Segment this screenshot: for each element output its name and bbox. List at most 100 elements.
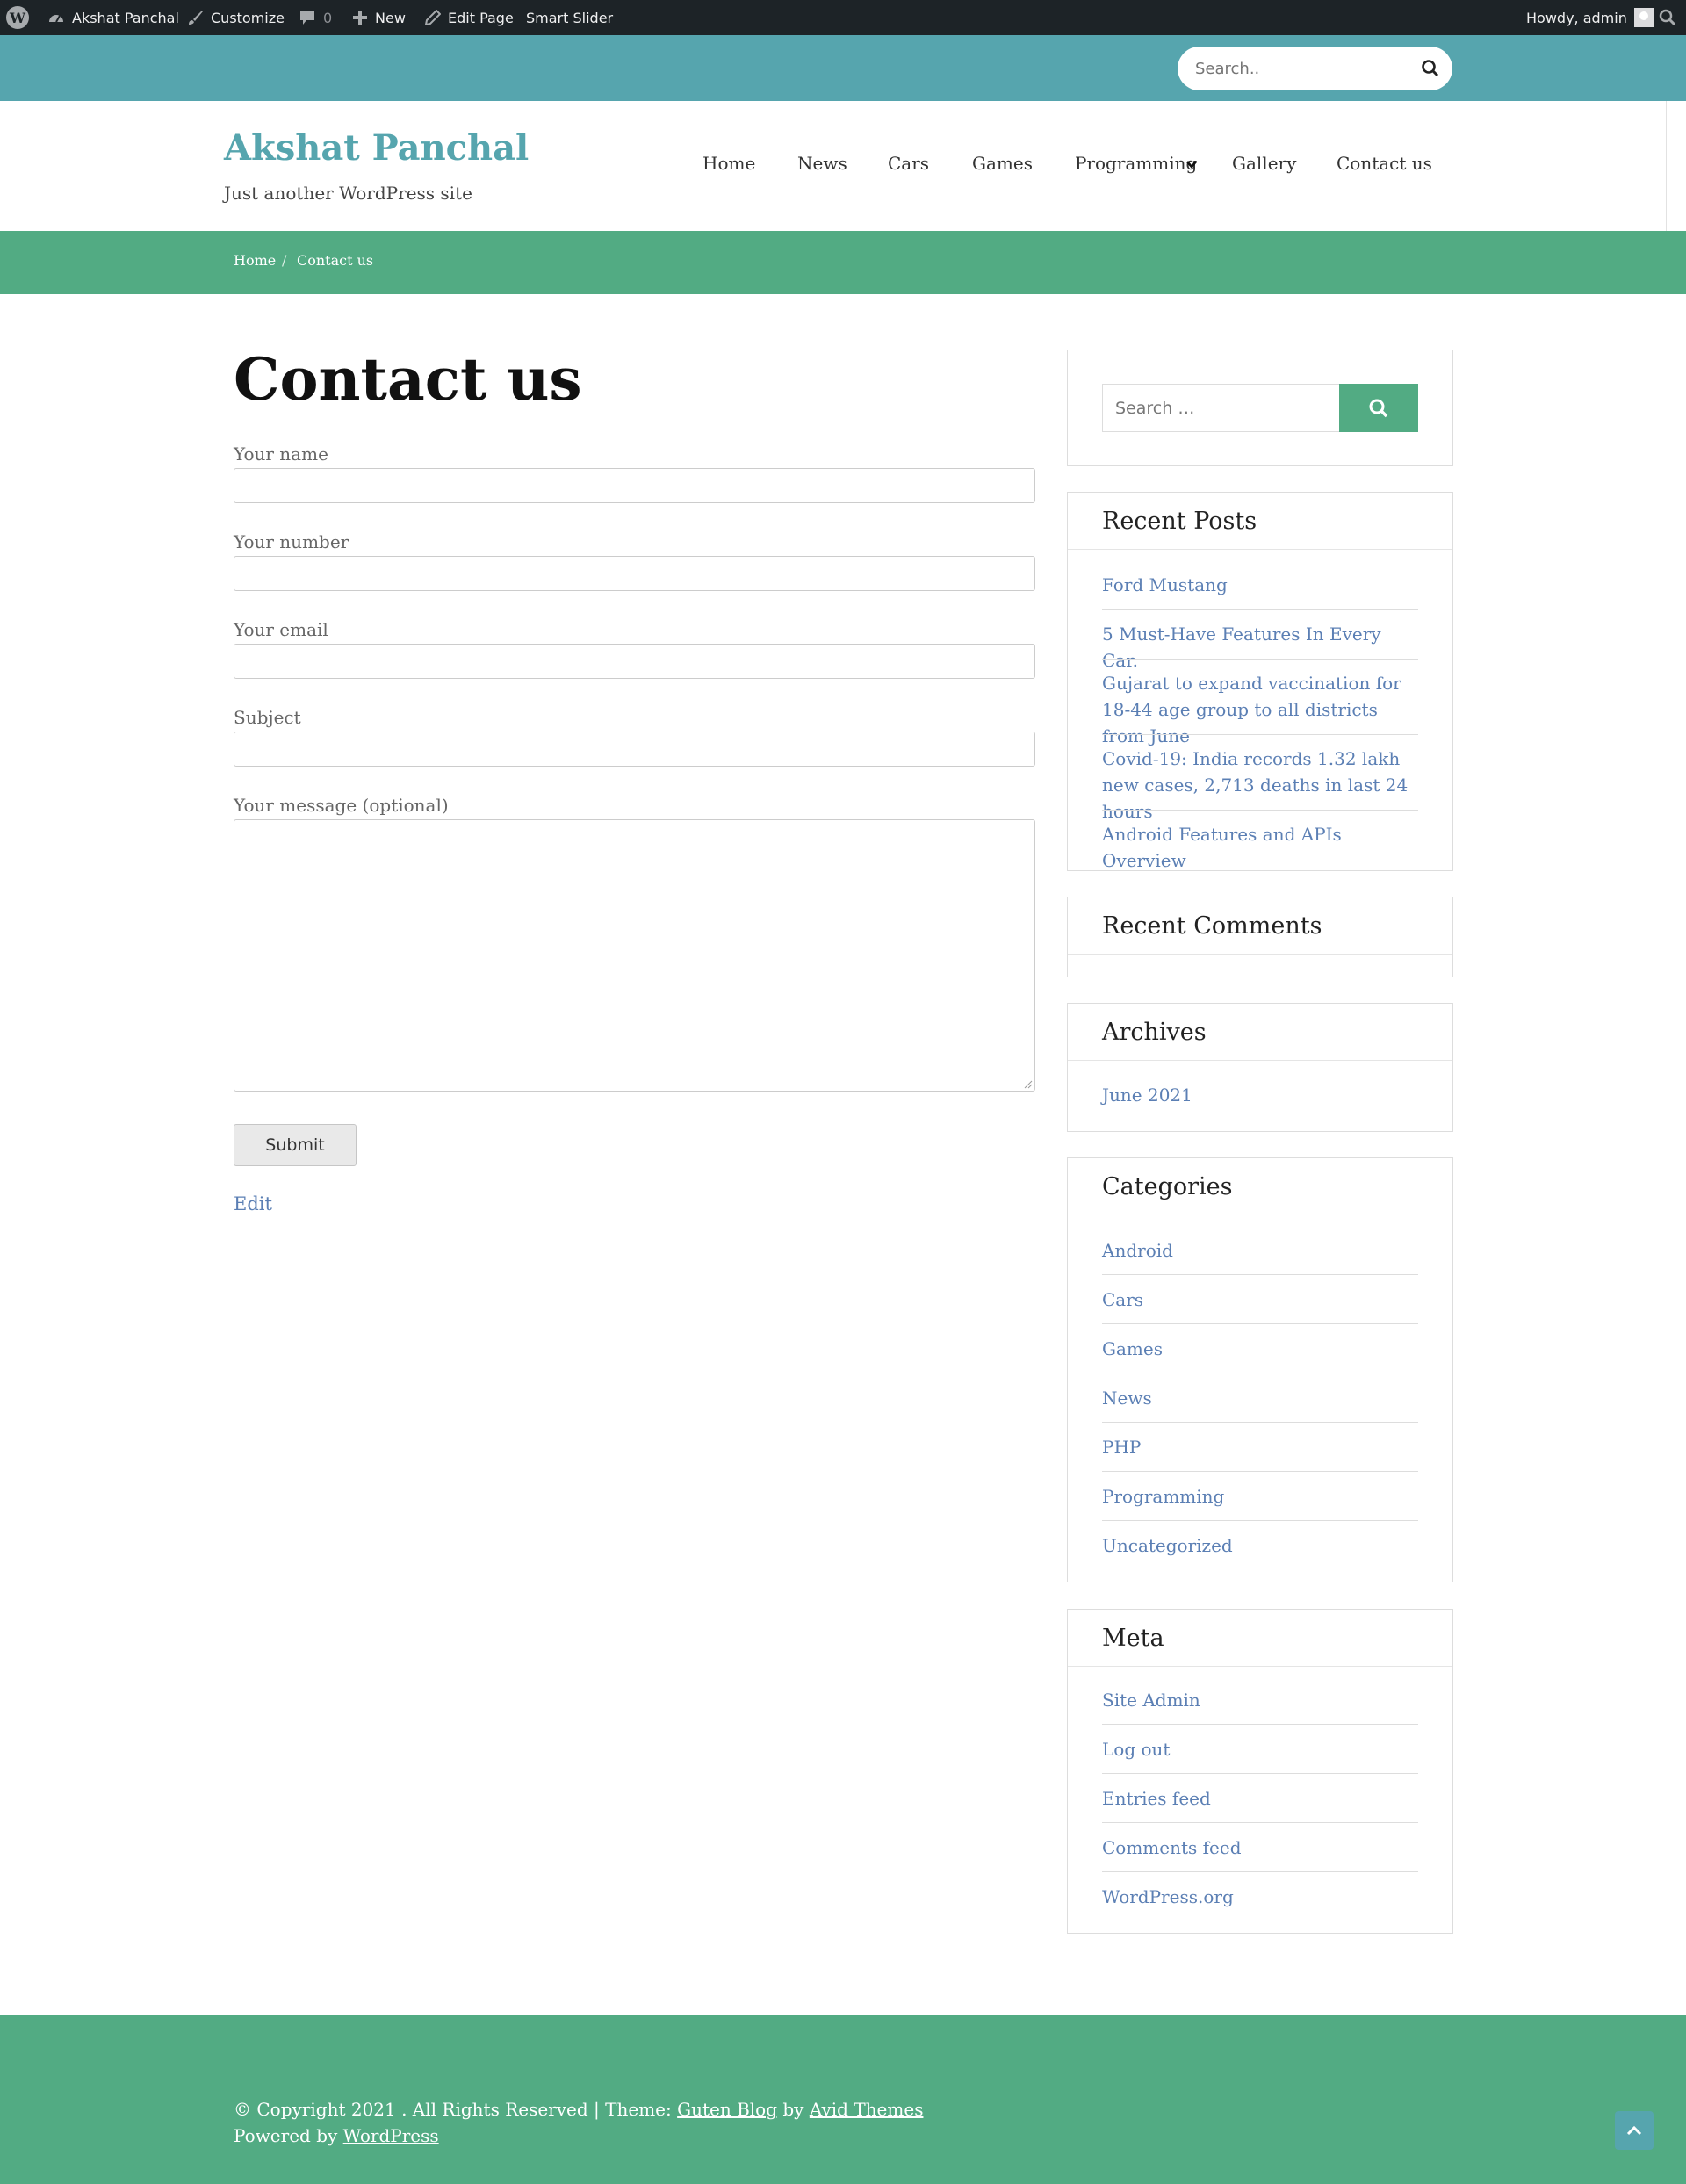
recent-comments-title: Recent Comments — [1102, 912, 1322, 940]
back-to-top-button[interactable] — [1615, 2111, 1654, 2150]
chevron-down-icon[interactable] — [1185, 158, 1198, 170]
meta-link[interactable]: Log out — [1102, 1736, 1418, 1762]
categories-widget: Categories Android Cars Games News PHP P… — [1067, 1157, 1453, 1582]
admin-bar-site-label: Akshat Panchal — [72, 9, 179, 26]
footer-theme-link[interactable]: Guten Blog — [677, 2099, 777, 2120]
admin-bar-account[interactable]: Howdy, admin — [1526, 0, 1654, 35]
admin-bar-search[interactable] — [1659, 0, 1676, 35]
meta-link[interactable]: WordPress.org — [1102, 1884, 1418, 1910]
subject-label: Subject — [234, 707, 301, 728]
name-field[interactable] — [234, 468, 1035, 503]
admin-bar-customize[interactable]: Customize — [188, 0, 285, 35]
meta-link[interactable]: Entries feed — [1102, 1785, 1418, 1812]
nav-cars[interactable]: Cars — [888, 153, 929, 174]
list-separator — [1102, 734, 1418, 735]
list-separator — [1102, 1274, 1418, 1275]
recent-post-link[interactable]: 5 Must-Have Features In Every Car. — [1102, 621, 1418, 674]
meta-widget: Meta Site Admin Log out Entries feed Com… — [1067, 1609, 1453, 1934]
admin-bar-comments[interactable]: 0 — [299, 0, 332, 35]
sidebar-search-widget: Search … — [1067, 350, 1453, 466]
admin-bar-customize-label: Customize — [211, 9, 285, 26]
top-search-input[interactable] — [1195, 47, 1406, 90]
resize-grip-icon[interactable] — [1024, 1080, 1033, 1089]
category-link[interactable]: Android — [1102, 1237, 1418, 1264]
admin-bar: W Akshat Panchal Customize 0 New Edit Pa… — [0, 0, 1686, 35]
category-link[interactable]: News — [1102, 1385, 1418, 1411]
list-separator — [1102, 1724, 1418, 1725]
name-label: Your name — [234, 443, 328, 465]
meta-link[interactable]: Comments feed — [1102, 1834, 1418, 1861]
site-title[interactable]: Akshat Panchal — [224, 127, 529, 169]
admin-bar-edit-page-label: Edit Page — [448, 9, 514, 26]
category-link[interactable]: Programming — [1102, 1483, 1418, 1510]
archive-link[interactable]: June 2021 — [1102, 1082, 1418, 1108]
footer-wordpress-link[interactable]: WordPress — [343, 2125, 439, 2146]
recent-posts-widget: Recent Posts Ford Mustang 5 Must-Have Fe… — [1067, 492, 1453, 871]
nav-contact[interactable]: Contact us — [1337, 153, 1432, 174]
category-link[interactable]: PHP — [1102, 1434, 1418, 1460]
email-field[interactable] — [234, 644, 1035, 679]
category-link[interactable]: Uncategorized — [1102, 1532, 1418, 1559]
admin-bar-smart-slider[interactable]: Smart Slider — [526, 0, 613, 35]
list-separator — [1102, 1323, 1418, 1324]
meta-link[interactable]: Site Admin — [1102, 1687, 1418, 1713]
admin-bar-site-link[interactable]: Akshat Panchal — [47, 0, 179, 35]
admin-bar-new-label: New — [375, 9, 406, 26]
admin-bar-smart-slider-label: Smart Slider — [526, 9, 614, 26]
submit-button[interactable]: Submit — [234, 1124, 357, 1166]
paintbrush-icon — [189, 11, 203, 25]
recent-post-link[interactable]: Gujarat to expand vaccination for 18-44 … — [1102, 670, 1418, 749]
dashboard-icon — [49, 15, 63, 23]
list-separator — [1102, 1871, 1418, 1872]
search-icon — [1369, 399, 1388, 417]
nav-gallery[interactable]: Gallery — [1232, 153, 1296, 174]
subject-field[interactable] — [234, 732, 1035, 767]
archives-title: Archives — [1102, 1019, 1207, 1046]
wp-logo-mark: W — [6, 6, 29, 29]
avatar — [1633, 8, 1654, 27]
nav-news[interactable]: News — [797, 153, 847, 174]
footer-copyright-line: © Copyright 2021 . All Rights Reserved |… — [234, 2099, 923, 2120]
widget-divider — [1068, 549, 1452, 550]
sidebar-search-input[interactable]: Search … — [1102, 384, 1339, 432]
nav-games[interactable]: Games — [972, 153, 1033, 174]
footer-by: by — [782, 2099, 804, 2120]
list-separator — [1102, 1822, 1418, 1823]
recent-post-link[interactable]: Ford Mustang — [1102, 572, 1418, 598]
list-separator — [1102, 1773, 1418, 1774]
edit-link[interactable]: Edit — [234, 1193, 272, 1215]
admin-bar-howdy: Howdy, admin — [1526, 9, 1627, 26]
breadcrumb-current: Contact us — [297, 252, 374, 269]
list-separator — [1102, 1471, 1418, 1472]
meta-title: Meta — [1102, 1625, 1164, 1652]
recent-post-link[interactable]: Android Features and APIs Overview — [1102, 821, 1418, 874]
list-separator — [1102, 609, 1418, 610]
admin-bar-comments-count: 0 — [323, 9, 333, 26]
nav-home[interactable]: Home — [702, 153, 755, 174]
search-icon[interactable] — [1421, 59, 1440, 78]
breadcrumb-home[interactable]: Home — [234, 252, 276, 269]
footer-powered-line: Powered by WordPress — [234, 2125, 439, 2146]
page-title: Contact us — [234, 345, 582, 414]
recent-post-link[interactable]: Covid-19: India records 1.32 lakh new ca… — [1102, 746, 1418, 825]
search-icon — [1659, 9, 1676, 26]
widget-divider — [1068, 954, 1452, 955]
footer-author-link[interactable]: Avid Themes — [810, 2099, 924, 2120]
comment-icon — [300, 11, 314, 25]
admin-bar-new[interactable]: New — [352, 0, 406, 35]
category-link[interactable]: Cars — [1102, 1287, 1418, 1313]
nav-programming[interactable]: Programming — [1075, 153, 1197, 174]
top-search-box — [1178, 47, 1452, 90]
number-field[interactable] — [234, 556, 1035, 591]
chevron-up-icon — [1626, 2125, 1642, 2136]
message-textarea[interactable] — [234, 819, 1035, 1092]
wordpress-logo-icon[interactable]: W — [6, 0, 29, 35]
admin-bar-edit-page[interactable]: Edit Page — [425, 0, 514, 35]
message-label: Your message (optional) — [234, 795, 449, 816]
breadcrumb-separator: / — [282, 252, 287, 269]
sidebar-search-button[interactable] — [1339, 384, 1418, 432]
list-separator — [1102, 1422, 1418, 1423]
category-link[interactable]: Games — [1102, 1336, 1418, 1362]
pencil-icon — [425, 10, 441, 25]
widget-divider — [1068, 1666, 1452, 1667]
